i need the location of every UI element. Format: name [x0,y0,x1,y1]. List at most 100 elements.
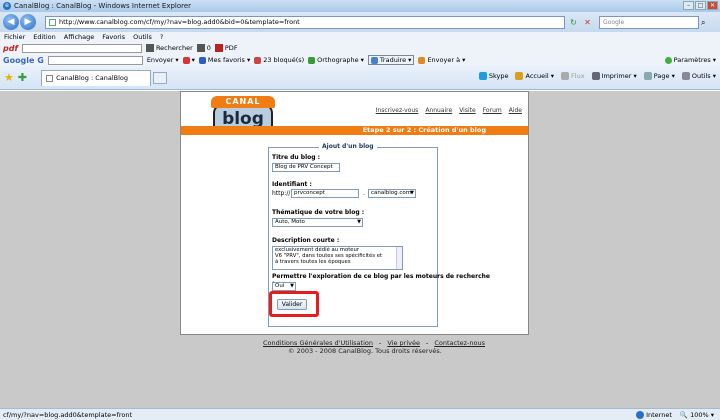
pdf-search-input[interactable] [21,43,142,53]
forward-button[interactable]: ▶ [20,14,36,30]
pdf-button[interactable]: PDF [214,44,238,52]
envoyer-label: Envoyer [146,56,174,64]
favoris-button[interactable]: Mes favoris ▾ [198,56,250,64]
pdf-label: PDF [224,44,238,52]
tab-favicon [46,74,54,82]
close-window-button[interactable]: ✕ [707,1,718,10]
page-icon [643,72,652,80]
add-blog-form: Ajout d'un blog Titre du blog : Blog de … [268,143,490,327]
zone-indicator: Internet [636,411,672,419]
rechercher-label: Rechercher [155,44,193,52]
link-aide[interactable]: Aide [509,107,522,114]
menu-edition[interactable]: Edition [33,33,56,41]
menu-outils[interactable]: Outils [133,33,152,41]
exploration-select[interactable]: Oui ▼ [272,282,296,291]
menu-favoris[interactable]: Favoris [102,33,125,41]
rechercher-button[interactable]: Rechercher [145,44,193,52]
status-right: Internet 🔍 100% ▾ [636,411,714,419]
stop-icon[interactable]: ✕ [582,17,593,28]
url-field[interactable]: http://www.canalblog.com/cf/my/?nav=blog… [45,15,565,29]
spellcheck-icon [308,56,316,64]
link-conditions[interactable]: Conditions Générales d'Utilisation [263,339,373,347]
search-icon[interactable]: ⌕ [701,17,712,28]
orthographe-button[interactable]: Orthographe ▾ [308,56,364,64]
back-button[interactable]: ◀ [3,14,19,30]
tab-label: CanalBlog : CanalBlog [56,74,129,82]
thematique-label: Thématique de votre blog : [272,209,365,216]
flux-button[interactable]: Flux [561,72,585,80]
status-url: cf/my/?nav=blog.add0&template=front [3,410,133,419]
skype-label: Skype [488,72,509,80]
link-contact[interactable]: Contactez-nous [434,339,485,347]
web-content: blog CANAL Inscrivez-vous Annuaire Visit… [0,91,720,408]
envoyer-button[interactable]: Envoyer ▾ [147,56,179,64]
settings-icon [664,56,672,64]
count-button[interactable]: 0 [196,44,211,52]
maximize-button[interactable]: □ [695,1,706,10]
link-annuaire[interactable]: Annuaire [425,107,452,114]
exploration-label: Permettre l'exploration de ce blog par l… [272,273,490,287]
imprimer-button[interactable]: Imprimer ▾ [591,72,637,80]
google-search-input[interactable] [47,55,143,65]
http-prefix: http:// [272,190,291,197]
traduire-button[interactable]: Traduire ▾ [367,55,415,65]
page-icon [49,18,56,26]
translate-icon [370,56,378,64]
canalblog-page: blog CANAL Inscrivez-vous Annuaire Visit… [180,91,529,335]
menu-fichier[interactable]: Fichier [4,33,25,41]
page-button[interactable]: Page ▾ [643,72,675,80]
favoris-label: Mes favoris [207,56,245,64]
copyright: © 2003 - 2008 CanalBlog. Tous droits rés… [288,347,442,355]
favorites-star-icon[interactable]: ★ [4,71,14,84]
domain-select[interactable]: canalblog.com ▼ [368,189,416,198]
google-logo: Google G [3,55,44,65]
popup-blocker-button[interactable]: 23 bloqué(s) [254,56,304,64]
tab-canalblog[interactable]: CanalBlog : CanalBlog [41,69,152,86]
status-bar: cf/my/?nav=blog.add0&template=front Inte… [0,408,720,420]
window-controls: – □ ✕ [683,1,718,10]
flux-label: Flux [571,72,585,80]
gear-icon [681,72,690,80]
pdf-icon [214,44,223,52]
parametres-button[interactable]: Paramètres ▾ [664,56,716,64]
accueil-label: Accueil [525,72,549,80]
refresh-icon[interactable]: ↻ [568,17,579,28]
popup-blocker-icon [254,56,262,64]
imprimer-label: Imprimer [601,72,632,80]
count-label: 0 [206,44,211,52]
validate-button[interactable]: Valider [277,299,307,310]
google-toolbar: Google G Envoyer ▾ ▾ Mes favoris ▾ 23 bl… [0,54,720,66]
window-title: CanalBlog : CanalBlog - Windows Internet… [14,2,192,10]
titre-input[interactable]: Blog de PRV Concept [272,163,340,172]
link-forum[interactable]: Forum [483,107,502,114]
gmail-button[interactable]: ▾ [182,56,195,64]
accueil-button[interactable]: Accueil ▾ [515,72,554,80]
identifiant-input[interactable]: prvconcept [291,189,359,198]
link-visite[interactable]: Visite [459,107,475,114]
thematique-select[interactable]: Auto, Moto ▼ [272,218,363,227]
textarea-scrollbar[interactable] [396,247,402,269]
identifiant-label: Identifiant : [272,181,312,188]
link-inscrivez-vous[interactable]: Inscrivez-vous [376,107,419,114]
footer-links: Conditions Générales d'Utilisation - Vie… [263,339,485,347]
menu-bar: Fichier Edition Affichage Favoris Outils… [0,32,720,42]
description-line: à travers toutes les époques [275,259,351,265]
description-textarea[interactable]: exclusivement dédié au moteur V6 "PRV", … [272,246,403,270]
new-tab-button[interactable] [153,71,168,84]
search-input[interactable]: Google [599,15,699,29]
link-vie-privee[interactable]: Vie privée [387,339,420,347]
envoyer-a-button[interactable]: Envoyer à ▾ [418,56,465,64]
add-favorite-icon[interactable]: ✚ [18,71,27,84]
menu-help[interactable]: ? [160,33,163,41]
minimize-button[interactable]: – [683,1,694,10]
footer-separator: - [425,339,429,347]
skype-icon [478,72,487,80]
menu-affichage[interactable]: Affichage [64,33,95,41]
zoom-button[interactable]: 🔍 100% ▾ [680,411,714,419]
outils-button[interactable]: Outils ▾ [681,72,716,80]
skype-button[interactable]: Skype [478,72,509,80]
gmail-icon [182,56,190,64]
traduire-label: Traduire [379,56,407,64]
orthographe-label: Orthographe [317,56,359,64]
document-icon [196,44,205,52]
